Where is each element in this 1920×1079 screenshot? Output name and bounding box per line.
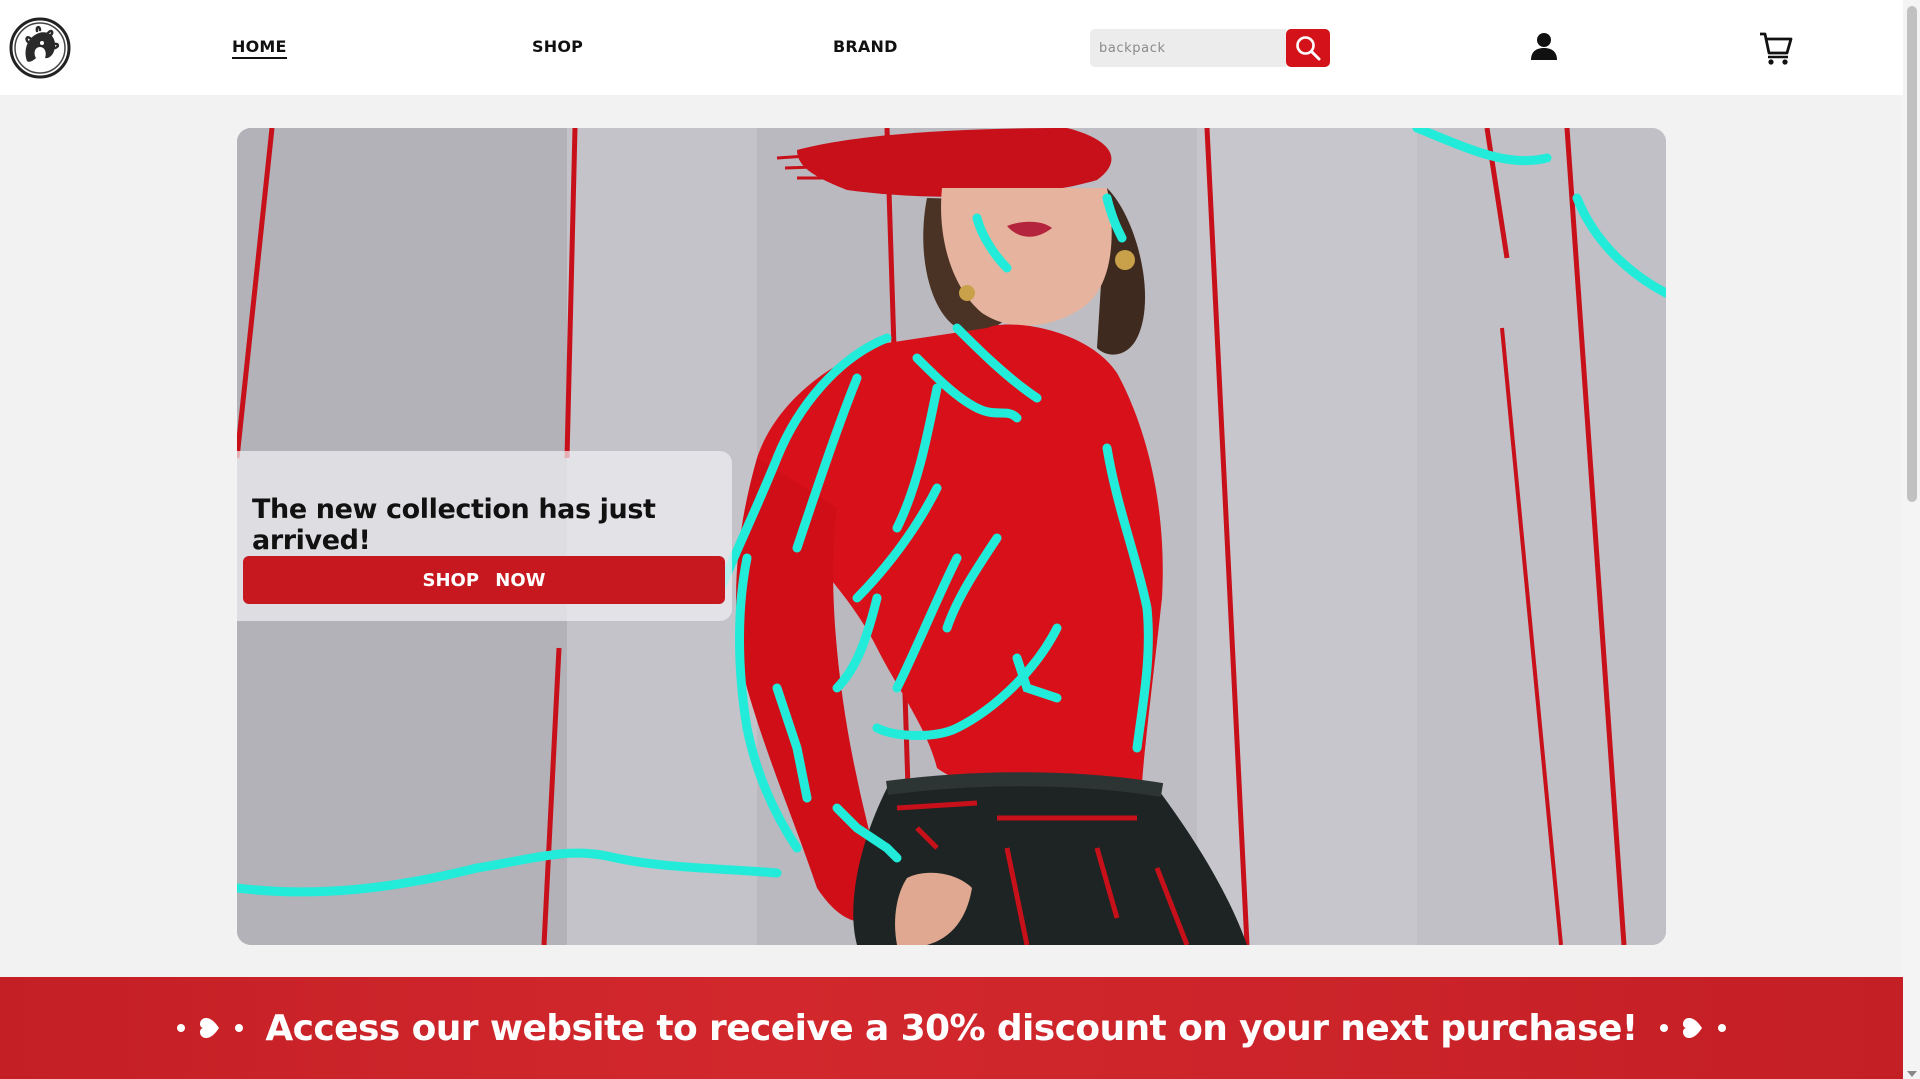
user-icon[interactable]	[1528, 30, 1560, 62]
nav-shop[interactable]: SHOP	[532, 37, 583, 56]
search-button[interactable]	[1286, 29, 1330, 67]
promo-card: The new collection has just arrived! SHO…	[237, 451, 732, 621]
search-input[interactable]	[1090, 29, 1286, 67]
discount-text: Access our website to receive a 30% disc…	[265, 1007, 1638, 1049]
banner-decoration-left	[177, 1017, 244, 1039]
search-icon	[1296, 36, 1321, 61]
hero-banner: The new collection has just arrived! SHO…	[237, 128, 1666, 945]
scrollbar-thumb[interactable]	[1907, 6, 1917, 502]
search-bar	[1090, 29, 1330, 67]
dot-icon	[235, 1024, 244, 1032]
scroll-down-arrow-icon[interactable]	[1907, 1071, 1917, 1077]
heart-icon	[200, 1018, 220, 1038]
shop-now-button[interactable]: SHOP NOW	[243, 556, 725, 604]
site-header: HOME SHOP BRAND	[0, 0, 1903, 95]
dot-icon	[1717, 1024, 1726, 1032]
promo-title: The new collection has just arrived!	[252, 494, 656, 556]
discount-banner: Access our website to receive a 30% disc…	[0, 977, 1903, 1079]
dot-icon	[1659, 1024, 1668, 1032]
banner-decoration-right	[1659, 1017, 1726, 1039]
nav-brand[interactable]: BRAND	[833, 37, 898, 56]
page-scrollbar[interactable]	[1903, 0, 1920, 1079]
nav-home[interactable]: HOME	[232, 37, 287, 59]
medusa-coin-logo-icon[interactable]	[9, 17, 71, 79]
cart-icon[interactable]	[1758, 30, 1794, 66]
heart-icon	[1682, 1018, 1702, 1038]
dot-icon	[177, 1024, 186, 1032]
